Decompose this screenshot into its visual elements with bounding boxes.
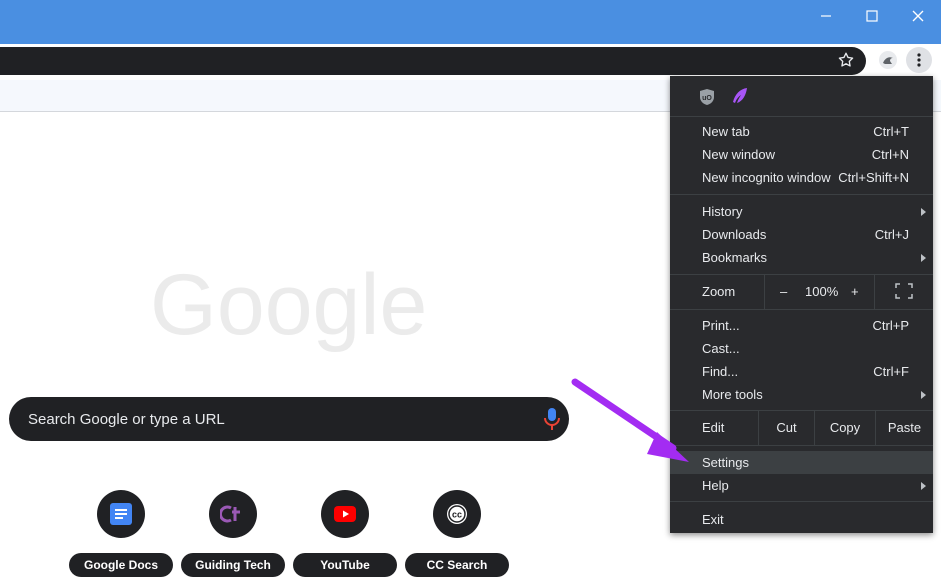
menu-item-shortcut: Ctrl+Shift+N: [838, 170, 909, 185]
menu-item-shortcut: Ctrl+T: [873, 124, 909, 139]
submenu-arrow-icon: [921, 391, 926, 399]
shortcut-tile-guiding-tech[interactable]: Guiding Tech: [181, 490, 285, 580]
title-bar: [0, 0, 941, 44]
menu-separator: [670, 309, 933, 310]
feather-extension-icon[interactable]: [731, 87, 749, 105]
menu-item-more-tools[interactable]: More tools: [670, 383, 933, 406]
cut-button[interactable]: Cut: [758, 411, 814, 445]
menu-item-new-incognito-window[interactable]: New incognito window Ctrl+Shift+N: [670, 166, 933, 189]
menu-item-shortcut: Ctrl+F: [873, 364, 909, 379]
zoom-label: Zoom: [702, 284, 736, 299]
menu-item-print[interactable]: Print... Ctrl+P: [670, 314, 933, 337]
menu-separator: [670, 501, 933, 502]
minimize-button[interactable]: [803, 0, 849, 32]
zoom-row: Zoom – 100% +: [670, 275, 933, 309]
menu-item-label: Find...: [702, 364, 739, 379]
menu-separator: [670, 116, 933, 117]
fullscreen-icon: [895, 283, 913, 299]
shortcut-tile-youtube[interactable]: YouTube: [293, 490, 397, 580]
chrome-main-menu: uO New tab Ctrl+T New window Ctrl+N New …: [670, 76, 933, 533]
edit-label: Edit: [702, 420, 725, 435]
menu-item-cast[interactable]: Cast...: [670, 337, 933, 360]
menu-extension-icons: uO: [670, 76, 933, 116]
maximize-icon: [866, 10, 878, 22]
ntp-search-box[interactable]: Search Google or type a URL: [9, 397, 569, 441]
submenu-arrow-icon: [921, 482, 926, 490]
shortcut-tile-google-docs[interactable]: Google Docs: [69, 490, 173, 580]
guiding-tech-icon: [220, 505, 240, 523]
cc-search-icon: cc: [447, 504, 467, 524]
extension-button[interactable]: [876, 48, 900, 72]
menu-item-label: Help: [702, 478, 729, 493]
menu-item-shortcut: Ctrl+P: [872, 318, 909, 333]
close-window-button[interactable]: [895, 0, 941, 32]
menu-separator: [670, 445, 933, 446]
edit-row: Edit Cut Copy Paste: [670, 411, 933, 445]
shortcut-label: CC Search: [405, 553, 509, 577]
shortcut-icon-circle: [209, 490, 257, 538]
zoom-out-button[interactable]: –: [780, 275, 787, 309]
menu-item-new-tab[interactable]: New tab Ctrl+T: [670, 120, 933, 143]
menu-item-exit[interactable]: Exit: [670, 508, 933, 531]
menu-item-shortcut: Ctrl+J: [874, 227, 909, 242]
menu-item-find[interactable]: Find... Ctrl+F: [670, 360, 933, 383]
zoom-level: 100%: [805, 284, 839, 299]
menu-item-help[interactable]: Help: [670, 474, 933, 497]
menu-item-history[interactable]: History: [670, 200, 933, 223]
google-logo-text: Google: [150, 262, 427, 353]
annotation-arrow-icon: [571, 378, 689, 462]
shortcut-label: Guiding Tech: [181, 553, 285, 577]
bookmark-star-icon[interactable]: [837, 51, 855, 69]
minimize-icon: [821, 15, 831, 17]
zoom-controls: – 100% +: [764, 275, 874, 309]
chrome-menu-button[interactable]: [906, 47, 932, 73]
toolbar: [0, 44, 941, 80]
paste-button[interactable]: Paste: [875, 411, 933, 445]
submenu-arrow-icon: [921, 208, 926, 216]
ublock-origin-icon[interactable]: uO: [699, 88, 715, 106]
more-vert-icon: [917, 53, 921, 67]
shortcut-icon-circle: [321, 490, 369, 538]
squirrel-extension-icon: [879, 51, 897, 69]
google-docs-icon: [110, 503, 132, 525]
search-placeholder: Search Google or type a URL: [28, 411, 225, 428]
menu-item-downloads[interactable]: Downloads Ctrl+J: [670, 223, 933, 246]
menu-item-label: Downloads: [702, 227, 767, 242]
menu-item-bookmarks[interactable]: Bookmarks: [670, 246, 933, 269]
fullscreen-button[interactable]: [874, 275, 933, 309]
copy-button[interactable]: Copy: [814, 411, 875, 445]
shortcut-tile-cc-search[interactable]: cc CC Search: [405, 490, 509, 580]
menu-item-label: Exit: [702, 512, 724, 527]
menu-item-label: Cast...: [702, 341, 740, 356]
menu-item-label: New window: [702, 147, 775, 162]
menu-item-new-window[interactable]: New window Ctrl+N: [670, 143, 933, 166]
zoom-in-button[interactable]: +: [851, 275, 859, 309]
submenu-arrow-icon: [921, 254, 926, 262]
youtube-icon: [334, 506, 356, 522]
shortcut-icon-circle: [97, 490, 145, 538]
menu-item-settings[interactable]: Settings: [670, 451, 933, 474]
menu-item-label: Print...: [702, 318, 740, 333]
menu-item-shortcut: Ctrl+N: [871, 147, 909, 162]
svg-text:uO: uO: [702, 95, 712, 102]
microphone-icon[interactable]: [541, 407, 563, 431]
menu-item-label: Bookmarks: [702, 250, 768, 265]
shortcut-label: YouTube: [293, 553, 397, 577]
close-icon: [912, 10, 924, 22]
menu-item-label: Settings: [702, 455, 749, 470]
menu-item-label: More tools: [702, 387, 763, 402]
menu-item-label: History: [702, 204, 743, 219]
address-bar[interactable]: [0, 47, 866, 75]
menu-separator: [670, 194, 933, 195]
shortcut-label: Google Docs: [69, 553, 173, 577]
menu-item-label: New incognito window: [702, 170, 831, 185]
svg-text:cc: cc: [452, 510, 462, 520]
shortcut-icon-circle: cc: [433, 490, 481, 538]
google-logo: Google: [150, 262, 427, 353]
menu-item-label: New tab: [702, 124, 750, 139]
maximize-button[interactable]: [849, 0, 895, 32]
